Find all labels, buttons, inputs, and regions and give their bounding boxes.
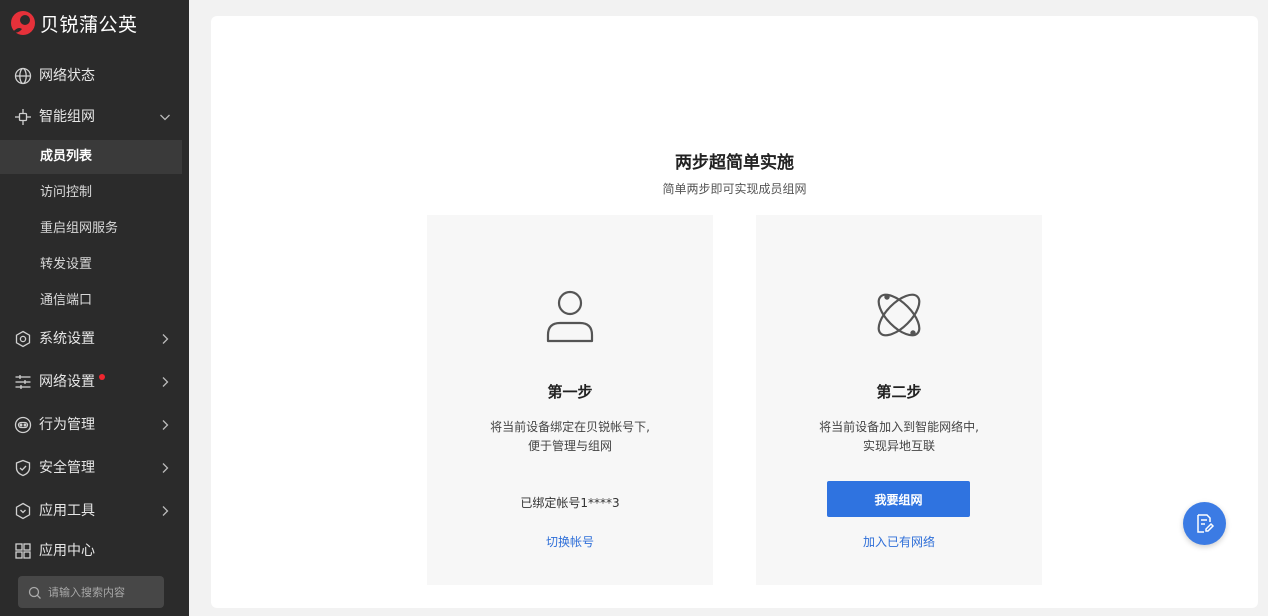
sidebar-item-system-settings[interactable]: 系统设置 [0,321,189,357]
atom-icon [871,285,927,345]
sidebar-subitem-label: 转发设置 [40,257,93,272]
sidebar-item-app-tools[interactable]: 应用工具 [0,493,189,529]
sidebar-item-label: 网络状态 [39,68,95,84]
page-subtitle: 简单两步即可实现成员组网 [662,182,807,196]
sidebar-search[interactable] [18,576,164,608]
tool-icon [14,502,32,520]
sliders-icon [14,373,32,391]
sidebar-item-app-center[interactable]: 应用中心 [0,533,189,569]
apps-icon [14,542,32,560]
step2-desc-line2: 实现异地互联 [862,439,935,453]
step2-description: 将当前设备加入到智能网络中, 实现异地互联 [756,418,1042,456]
step1-description: 将当前设备绑定在贝锐帐号下, 便于管理与组网 [427,418,713,456]
behavior-icon [14,416,32,434]
chevron-right-icon [159,505,171,517]
chevron-right-icon [159,419,171,431]
sidebar-item-network-status[interactable]: 网络状态 [0,58,189,94]
chevron-right-icon [159,333,171,345]
step2-desc-line1: 将当前设备加入到智能网络中, [819,420,979,434]
user-icon [542,285,598,345]
sidebar-item-label: 网络设置 [39,374,95,390]
sidebar-item-behavior-management[interactable]: 行为管理 [0,407,189,443]
step2-title: 第二步 [876,383,922,401]
sidebar-subitem-comm-port[interactable]: 通信端口 [0,284,189,318]
chevron-right-icon [159,376,171,388]
step1-card: 第一步 将当前设备绑定在贝锐帐号下, 便于管理与组网 已绑定帐号1****3 切… [427,215,713,585]
sidebar-item-network-settings[interactable]: 网络设置 [0,364,189,400]
gear-icon [14,330,32,348]
switch-account-link[interactable]: 切换帐号 [427,533,713,550]
create-network-button[interactable]: 我要组网 [827,481,970,517]
sidebar-subitem-restart-service[interactable]: 重启组网服务 [0,212,189,246]
sidebar-subitem-forward-settings[interactable]: 转发设置 [0,248,189,282]
sidebar-subitem-member-list[interactable]: 成员列表 [0,140,182,174]
bound-account-text: 已绑定帐号1****3 [520,496,620,510]
sidebar-item-label: 行为管理 [39,417,95,433]
search-input[interactable] [48,576,160,608]
sidebar-item-smart-network[interactable]: 智能组网 [0,99,189,135]
step1-desc-line1: 将当前设备绑定在贝锐帐号下, [490,420,650,434]
step2-card: 第二步 将当前设备加入到智能网络中, 实现异地互联 我要组网 加入已有网络 [756,215,1042,585]
sidebar-subitem-label: 通信端口 [40,293,93,308]
sidebar-subitem-label: 成员列表 [40,149,93,164]
chevron-down-icon [159,111,171,123]
sidebar-item-security-management[interactable]: 安全管理 [0,450,189,486]
search-icon [28,585,42,599]
notification-badge [99,374,105,380]
brand-logo[interactable]: 贝锐蒲公英 [10,10,138,36]
step1-title: 第一步 [547,383,593,401]
sidebar-item-label: 智能组网 [39,109,95,125]
globe-icon [14,67,32,85]
document-edit-icon [1197,514,1215,533]
sidebar-item-label: 系统设置 [39,331,95,347]
sidebar-item-label: 应用工具 [39,503,95,519]
shield-icon [14,459,32,477]
sidebar-item-label: 应用中心 [39,543,95,559]
page-title: 两步超简单实施 [675,153,794,173]
brand-name: 贝锐蒲公英 [40,13,138,36]
join-network-link[interactable]: 加入已有网络 [756,533,1042,550]
main-panel: 两步超简单实施 简单两步即可实现成员组网 第一步 将当前设备绑定在贝锐帐号下, … [211,16,1258,608]
sidebar-subitem-label: 重启组网服务 [40,221,119,236]
step1-desc-line2: 便于管理与组网 [527,439,612,453]
chevron-right-icon [159,462,171,474]
brand-logo-icon [10,10,36,36]
network-icon [14,108,32,126]
sidebar-subitem-label: 访问控制 [40,185,93,200]
floating-action-button[interactable] [1183,502,1226,545]
sidebar: 贝锐蒲公英 网络状态 智能组网 成员列表 访问控制 重启组网服务 转发设置 通信… [0,0,189,616]
sidebar-subitem-access-control[interactable]: 访问控制 [0,176,189,210]
sidebar-item-label: 安全管理 [39,460,95,476]
